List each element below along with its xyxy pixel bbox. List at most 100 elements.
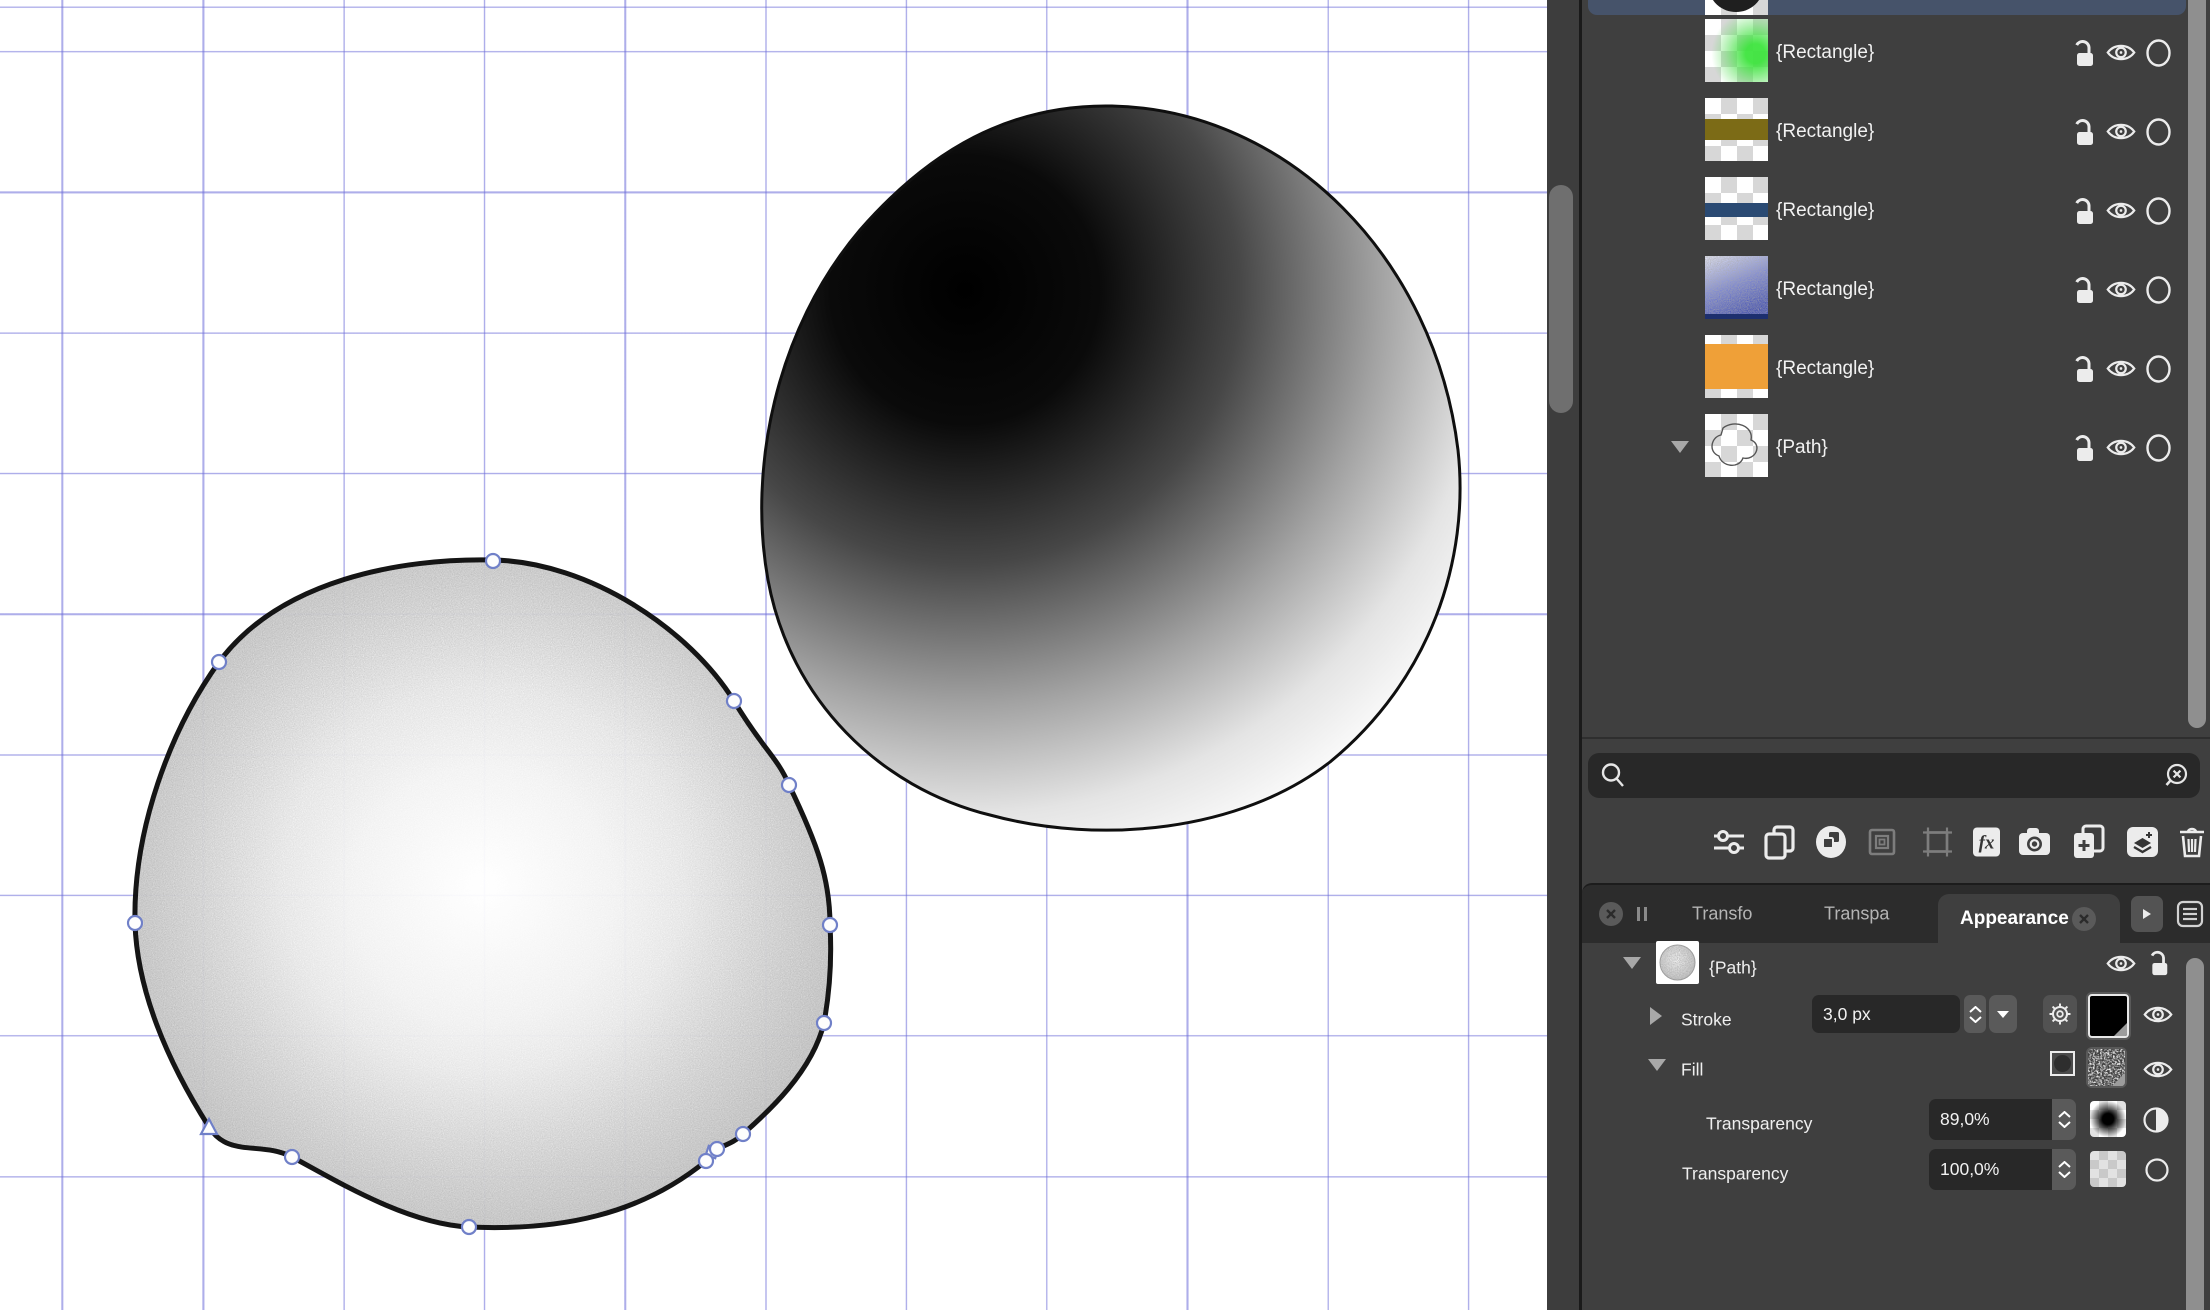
noise-ellipse-shape — [125, 548, 841, 1242]
fill-visibility-eye-icon[interactable] — [2143, 1059, 2173, 1080]
circle-toggle-icon[interactable] — [2145, 354, 2172, 384]
unlock-icon[interactable] — [2067, 433, 2097, 463]
adjust-sliders-icon[interactable] — [1712, 828, 1746, 856]
layer-row-path[interactable]: {Path} — [1588, 408, 2192, 487]
fill-transparency-row[interactable]: Transparency 89,0% — [1582, 1099, 2186, 1149]
panel-tab-bar: Transfo Transpa Appearance — [1582, 883, 2210, 943]
stroke-settings-button[interactable] — [2043, 995, 2077, 1033]
appearance-stroke-row[interactable]: Stroke 3,0 px — [1582, 995, 2186, 1045]
canvas-vertical-scrollbar[interactable] — [1549, 185, 1573, 413]
object-transparency-stepper[interactable] — [2052, 1149, 2076, 1190]
unlock-icon[interactable] — [2067, 196, 2097, 226]
layer-name[interactable]: {Rectangle} — [1776, 42, 1874, 64]
object-transparency-label: Transparency — [1682, 1164, 1788, 1185]
unlock-icon[interactable] — [2143, 949, 2171, 977]
tab-close-button[interactable] — [2072, 907, 2096, 931]
tab-transform[interactable]: Transfo — [1692, 904, 1752, 925]
layer-row[interactable]: {Rectangle} — [1588, 92, 2192, 171]
merge-layers-icon[interactable] — [2126, 825, 2159, 859]
fill-pattern-swatch[interactable] — [2088, 1049, 2125, 1086]
appearance-fill-row[interactable]: Fill — [1582, 1045, 2186, 1095]
select-group-icon[interactable] — [1865, 825, 1899, 859]
object-thumbnail — [1656, 941, 1699, 984]
visibility-eye-icon[interactable] — [2106, 437, 2136, 458]
unlock-icon[interactable] — [2067, 354, 2097, 384]
expand-triangle-icon[interactable] — [1671, 441, 1689, 453]
layer-search-box[interactable] — [1588, 753, 2200, 798]
unlock-icon[interactable] — [2067, 117, 2097, 147]
stroke-presets-dropdown[interactable] — [1989, 995, 2017, 1033]
layer-thumbnail-orange — [1705, 335, 1768, 398]
layer-row[interactable]: {Rectangle} — [1588, 329, 2192, 408]
snapshot-camera-icon[interactable] — [2018, 827, 2051, 857]
layer-name[interactable]: {Rectangle} — [1776, 121, 1874, 143]
stroke-width-field[interactable]: 3,0 px — [1812, 995, 1960, 1033]
appearance-scrollbar[interactable] — [2186, 958, 2204, 1310]
panel-menu-button[interactable] — [2175, 897, 2205, 931]
swap-shapes-icon[interactable] — [1815, 825, 1847, 859]
visibility-eye-icon[interactable] — [2106, 953, 2136, 974]
fill-type-circle-icon — [2054, 1055, 2071, 1072]
layer-row[interactable]: {Rectangle} — [1588, 13, 2192, 92]
layers-scrollbar[interactable] — [2188, 0, 2206, 728]
circle-toggle-icon[interactable] — [2145, 38, 2172, 68]
canvas[interactable] — [0, 0, 1547, 1310]
stroke-label: Stroke — [1681, 1010, 1732, 1031]
stroke-color-swatch[interactable] — [2088, 994, 2129, 1038]
layer-row[interactable]: {Rectangle} — [1588, 171, 2192, 250]
panel-drag-handle[interactable] — [1637, 907, 1647, 921]
collapse-triangle-icon[interactable] — [1623, 957, 1641, 969]
visibility-eye-icon[interactable] — [2106, 279, 2136, 300]
add-copy-icon[interactable] — [2071, 824, 2106, 860]
delete-trash-icon[interactable] — [2178, 825, 2206, 859]
circle-toggle-icon[interactable] — [2145, 275, 2172, 305]
visibility-eye-icon[interactable] — [2106, 42, 2136, 63]
circle-toggle-icon[interactable] — [2145, 196, 2172, 226]
half-circle-contrast-icon[interactable] — [2142, 1106, 2170, 1134]
collapse-triangle-icon[interactable] — [1648, 1059, 1666, 1071]
vector-editor-window: {Rectangle} {Rectangle} {Rectangle} — [0, 0, 2210, 1310]
layer-name[interactable]: {Rectangle} — [1776, 200, 1874, 222]
fill-transparency-thumbnail[interactable] — [2090, 1101, 2126, 1137]
right-panel: {Rectangle} {Rectangle} {Rectangle} — [1582, 0, 2210, 1310]
circle-toggle-icon[interactable] — [2145, 433, 2172, 463]
close-icon — [1605, 908, 1617, 920]
object-transparency-row[interactable]: Transparency 100,0% — [1582, 1149, 2186, 1199]
tab-transparency[interactable]: Transpa — [1824, 904, 1889, 925]
frame-icon[interactable] — [1921, 826, 1954, 859]
layer-thumbnail-blue-noise — [1705, 256, 1768, 319]
appearance-object-row[interactable]: {Path} — [1582, 941, 2186, 995]
fill-transparency-field[interactable]: 89,0% — [1929, 1099, 2076, 1140]
layer-thumbnail-navy — [1705, 177, 1768, 240]
search-icon — [1600, 762, 1627, 789]
unlock-icon[interactable] — [2067, 275, 2097, 305]
layer-name[interactable]: {Rectangle} — [1776, 358, 1874, 380]
visibility-eye-icon[interactable] — [2106, 200, 2136, 221]
tab-appearance[interactable]: Appearance — [1938, 894, 2120, 943]
object-name: {Path} — [1709, 958, 1757, 979]
circle-toggle-icon[interactable] — [2145, 117, 2172, 147]
tab-overflow-button[interactable] — [2131, 896, 2163, 932]
layer-name[interactable]: {Rectangle} — [1776, 279, 1874, 301]
layer-name[interactable]: {Path} — [1776, 437, 1828, 459]
visibility-eye-icon[interactable] — [2106, 121, 2136, 142]
unlock-icon[interactable] — [2067, 38, 2097, 68]
stroke-width-stepper[interactable] — [1964, 995, 1986, 1033]
stroke-width-value: 3,0 px — [1812, 995, 1960, 1033]
search-input[interactable] — [1627, 765, 2162, 786]
object-transparency-thumbnail[interactable] — [2090, 1151, 2126, 1187]
effects-fx-icon[interactable]: fx — [1972, 826, 2001, 859]
menu-list-icon — [2176, 900, 2204, 928]
fill-transparency-stepper[interactable] — [2052, 1099, 2076, 1140]
circle-outline-icon[interactable] — [2144, 1157, 2170, 1183]
duplicate-icon[interactable] — [1762, 824, 1798, 860]
search-clear-icon[interactable] — [2162, 762, 2190, 790]
object-transparency-field[interactable]: 100,0% — [1929, 1149, 2076, 1190]
expand-triangle-icon[interactable] — [1650, 1007, 1662, 1025]
visibility-eye-icon[interactable] — [2106, 358, 2136, 379]
layer-row[interactable]: {Rectangle} — [1588, 250, 2192, 329]
panel-close-button[interactable] — [1599, 902, 1623, 926]
layer-thumbnail-olive — [1705, 98, 1768, 161]
stroke-visibility-eye-icon[interactable] — [2143, 1004, 2173, 1025]
fill-type-button[interactable] — [2050, 1051, 2075, 1076]
